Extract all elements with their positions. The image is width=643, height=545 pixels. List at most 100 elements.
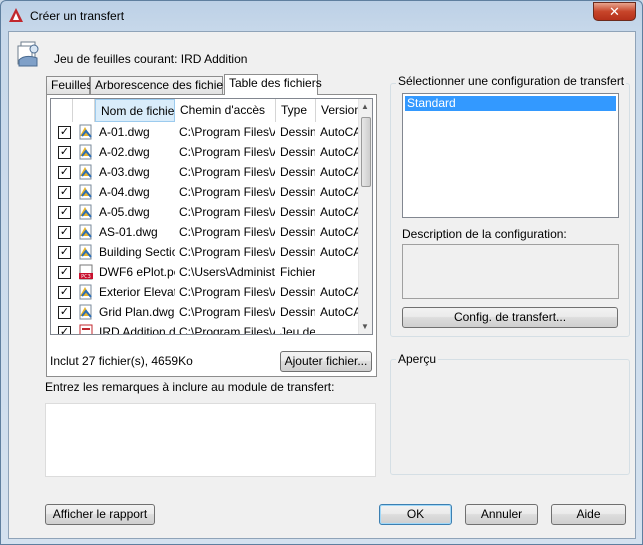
- row-version: AutoCAD: [320, 145, 358, 159]
- row-checkbox[interactable]: ✓: [58, 306, 71, 319]
- row-type: Dessin: [280, 225, 315, 239]
- row-file-name: A-03.dwg: [99, 165, 150, 179]
- tab-file-tree[interactable]: Arborescence des fichiers: [90, 76, 233, 94]
- row-version: AutoCAD: [320, 185, 358, 199]
- listview-body: ✓ A-01.dwg C:\Program Files\Au Dessin AutoCA…: [51, 122, 359, 335]
- cancel-button[interactable]: Annuler: [465, 504, 538, 525]
- ok-button[interactable]: OK: [379, 504, 452, 525]
- listview-vertical-scrollbar[interactable]: ▲ ▼: [358, 99, 372, 334]
- row-file-name: A-01.dwg: [99, 125, 150, 139]
- title-bar[interactable]: Créer un transfert ✕: [1, 1, 642, 31]
- create-transmittal-dialog: Créer un transfert ✕ Jeu de feuilles cou…: [0, 0, 643, 545]
- col-icon[interactable]: [73, 99, 95, 122]
- scroll-up-arrow-icon[interactable]: ▲: [361, 102, 369, 111]
- table-row[interactable]: ✓ Grid Plan.dwg C:\Program Files\Au Dessin A…: [51, 302, 359, 322]
- current-sheet-set-label: Jeu de feuilles courant: IRD Addition: [54, 52, 248, 66]
- dwg-file-icon: [79, 284, 92, 300]
- table-row[interactable]: ✓ A-05.dwg C:\Program Files\Au Dessin AutoCA…: [51, 202, 359, 222]
- row-checkbox[interactable]: ✓: [58, 226, 71, 239]
- dwg-file-icon: [79, 164, 92, 180]
- close-button[interactable]: ✕: [593, 2, 636, 21]
- autocad-logo-icon: [9, 8, 23, 22]
- table-row[interactable]: ✓ A-02.dwg C:\Program Files\Au Dessin AutoCA…: [51, 142, 359, 162]
- row-type: Dessin: [280, 285, 315, 299]
- table-row[interactable]: ✓ Building Section C:\Program Files\Au Dess…: [51, 242, 359, 262]
- table-row[interactable]: ✓ PC3 DWF6 ePlot.pc3 C:\Users\Administra Fic…: [51, 262, 359, 282]
- row-version: AutoCAD: [320, 245, 358, 259]
- dwg-file-icon: [79, 124, 92, 140]
- col-file-name[interactable]: Nom de fichier: [95, 99, 175, 122]
- row-checkbox[interactable]: ✓: [58, 286, 71, 299]
- dwg-file-icon: [79, 224, 92, 240]
- config-listbox[interactable]: Standard: [402, 93, 619, 218]
- preview-group: [390, 359, 630, 475]
- tab-files-table-label: Table des fichiers: [229, 76, 322, 90]
- row-path: C:\Program Files\Au: [179, 145, 275, 159]
- remarks-textarea[interactable]: [45, 403, 376, 477]
- row-version: AutoCAD: [320, 285, 358, 299]
- window-title: Créer un transfert: [30, 9, 125, 23]
- help-button[interactable]: Aide: [551, 504, 626, 525]
- row-path: C:\Program Files\Au: [179, 285, 275, 299]
- row-path: C:\Program Files\Au: [179, 125, 275, 139]
- row-path: C:\Program Files\Au: [179, 245, 275, 259]
- config-description-label: Description de la configuration:: [402, 227, 567, 241]
- table-row[interactable]: ✓ Exterior Elevatio C:\Program Files\Au Des…: [51, 282, 359, 302]
- col-type[interactable]: Type: [276, 99, 316, 122]
- table-row[interactable]: ✓ A-04.dwg C:\Program Files\Au Dessin AutoCA…: [51, 182, 359, 202]
- row-path: C:\Program Files\Au: [179, 205, 275, 219]
- col-path[interactable]: Chemin d'accès: [175, 99, 276, 122]
- row-type: Jeu de: [280, 325, 315, 335]
- view-report-button[interactable]: Afficher le rapport: [45, 504, 155, 525]
- row-version: AutoCAD: [320, 225, 358, 239]
- remarks-label: Entrez les remarques à inclure au module…: [45, 380, 335, 394]
- table-row[interactable]: ✓ A-03.dwg C:\Program Files\Au Dessin AutoCA…: [51, 162, 359, 182]
- col-checkbox[interactable]: [51, 99, 73, 122]
- scroll-thumb[interactable]: [361, 117, 371, 187]
- row-type: Dessin: [280, 125, 315, 139]
- table-row[interactable]: ✓ IRD Addition.dst C:\Program Files\Au Jeu …: [51, 322, 359, 335]
- row-file-name: AS-01.dwg: [99, 225, 158, 239]
- config-item-standard[interactable]: Standard: [405, 96, 616, 111]
- row-checkbox[interactable]: ✓: [58, 146, 71, 159]
- dwg-file-icon: [79, 204, 92, 220]
- dialog-client-area: Jeu de feuilles courant: IRD Addition Fe…: [8, 31, 636, 539]
- tab-sheets[interactable]: Feuilles: [46, 76, 92, 94]
- row-checkbox[interactable]: ✓: [58, 186, 71, 199]
- col-version[interactable]: Version: [316, 99, 361, 122]
- files-listview[interactable]: Nom de fichier Chemin d'accès Type Versi…: [50, 98, 373, 335]
- row-path: C:\Program Files\Au: [179, 305, 275, 319]
- scroll-down-arrow-icon[interactable]: ▼: [361, 322, 369, 331]
- row-version: AutoCAD: [320, 165, 358, 179]
- add-file-button[interactable]: Ajouter fichier...: [280, 351, 372, 372]
- row-checkbox[interactable]: ✓: [58, 206, 71, 219]
- row-file-name: A-02.dwg: [99, 145, 150, 159]
- config-group-label: Sélectionner une configuration de transf…: [396, 74, 627, 88]
- pc3-file-icon: PC3: [79, 264, 93, 280]
- sheet-set-icon: [17, 41, 39, 67]
- row-checkbox[interactable]: ✓: [58, 266, 71, 279]
- row-type: Dessin: [280, 145, 315, 159]
- row-type: Dessin: [280, 165, 315, 179]
- table-row[interactable]: ✓ A-01.dwg C:\Program Files\Au Dessin AutoCA…: [51, 122, 359, 142]
- dwg-file-icon: [79, 244, 92, 260]
- row-version: AutoCAD: [320, 305, 358, 319]
- svg-text:PC3: PC3: [81, 274, 91, 280]
- dwg-file-icon: [79, 184, 92, 200]
- row-file-name: DWF6 ePlot.pc3: [99, 265, 175, 279]
- listview-header: Nom de fichier Chemin d'accès Type Versi…: [51, 99, 361, 122]
- row-checkbox[interactable]: ✓: [58, 126, 71, 139]
- row-checkbox[interactable]: ✓: [58, 246, 71, 259]
- row-checkbox[interactable]: ✓: [58, 326, 71, 334]
- row-version: AutoCAD: [320, 125, 358, 139]
- tab-files-table[interactable]: Table des fichiers: [224, 74, 322, 95]
- row-checkbox[interactable]: ✓: [58, 166, 71, 179]
- row-file-name: A-05.dwg: [99, 205, 150, 219]
- transmittal-setup-button[interactable]: Config. de transfert...: [402, 307, 618, 328]
- dwg-file-icon: [79, 304, 92, 320]
- row-type: Dessin: [280, 185, 315, 199]
- row-file-name: Grid Plan.dwg: [99, 305, 175, 319]
- row-path: C:\Program Files\Au: [179, 325, 275, 335]
- include-summary: Inclut 27 fichier(s), 4659Ko: [50, 354, 193, 368]
- table-row[interactable]: ✓ AS-01.dwg C:\Program Files\Au Dessin AutoC…: [51, 222, 359, 242]
